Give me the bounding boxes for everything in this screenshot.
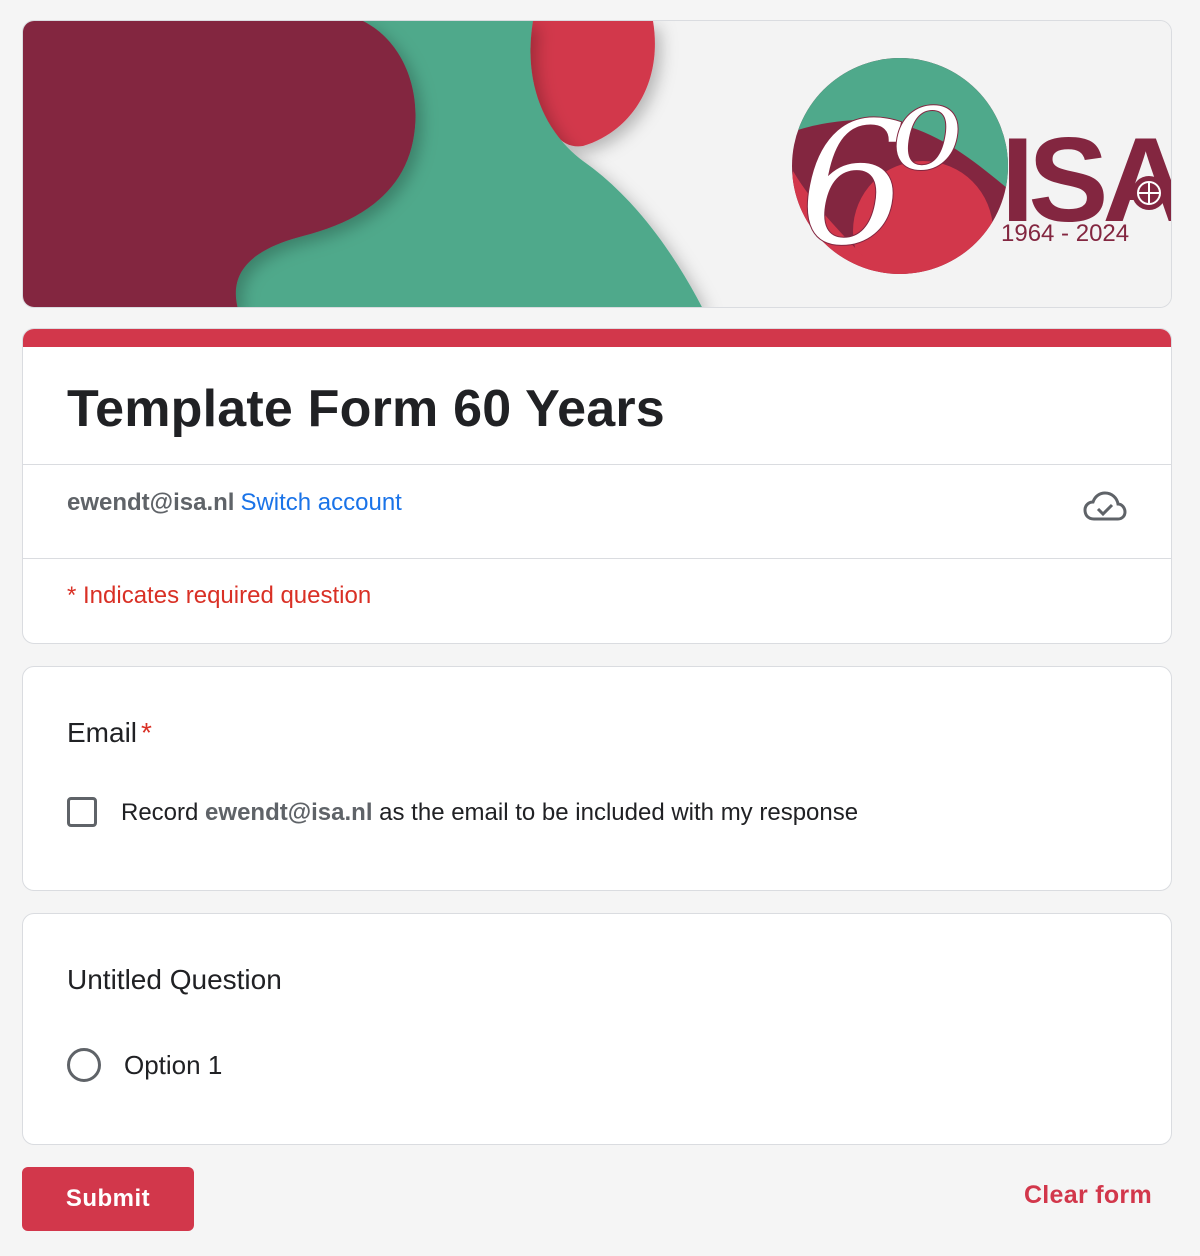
question-card-untitled: Untitled Question Option 1 bbox=[22, 913, 1172, 1145]
cloud-done-icon bbox=[1083, 491, 1127, 521]
required-note: * Indicates required question bbox=[67, 582, 372, 609]
submit-button[interactable]: Submit bbox=[22, 1167, 194, 1231]
question-title: Untitled Question bbox=[67, 964, 282, 995]
account-email: ewendt@isa.nl bbox=[67, 489, 235, 516]
question-title: Email * bbox=[67, 717, 152, 749]
divider bbox=[23, 558, 1171, 559]
record-email-checkbox[interactable] bbox=[67, 797, 97, 827]
svg-text:o: o bbox=[891, 59, 963, 198]
form-title-card: Template Form 60 Years ewendt@isa.nl Swit… bbox=[22, 328, 1172, 644]
checkbox-label-suffix: as the email to be included with my resp… bbox=[379, 799, 859, 826]
checkbox-label-email: ewendt@isa.nl bbox=[205, 799, 373, 826]
option-1-label[interactable]: Option 1 bbox=[124, 1050, 222, 1081]
option-1-radio[interactable] bbox=[67, 1048, 101, 1082]
divider bbox=[23, 464, 1171, 465]
banner-graphic: 6 o ISA 1964 - 2024 bbox=[23, 21, 1171, 307]
checkbox-label-prefix: Record bbox=[121, 799, 199, 826]
question-title-text: Email bbox=[67, 717, 138, 748]
checkbox-label[interactable]: Record ewendt@isa.nl as the email to be … bbox=[121, 799, 858, 827]
accent-bar bbox=[23, 329, 1171, 347]
switch-account-link[interactable]: Switch account bbox=[240, 489, 401, 516]
logo-years: 1964 - 2024 bbox=[1001, 220, 1129, 247]
question-card-email: Email * Record ewendt@isa.nl as the email… bbox=[22, 666, 1172, 891]
header-banner: 6 o ISA 1964 - 2024 bbox=[22, 20, 1172, 308]
required-star: * bbox=[141, 717, 152, 748]
form-title: Template Form 60 Years bbox=[67, 380, 665, 438]
account-row: ewendt@isa.nl Switch account bbox=[67, 489, 402, 517]
clear-form-button[interactable]: Clear form bbox=[1018, 1180, 1158, 1211]
